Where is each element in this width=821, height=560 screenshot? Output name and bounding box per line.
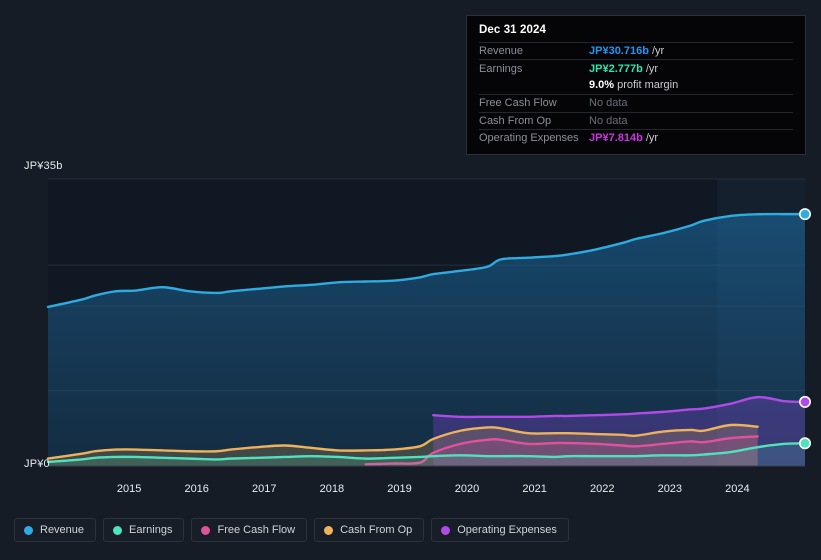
tooltip-row-value: No data	[589, 114, 628, 127]
endpoint-marker-revenue[interactable]	[798, 208, 811, 221]
tooltip-row: Revenue JP¥30.716b/yr	[479, 42, 793, 59]
tooltip-row-value: No data	[589, 97, 628, 110]
legend-item-earnings[interactable]: Earnings	[103, 518, 185, 542]
x-tick-2020: 2020	[454, 483, 480, 495]
tooltip-row-label: Cash From Op	[479, 114, 552, 127]
financial-chart-page: JP¥35b JP¥0 2015 2016 2017 2018 2019 2020 2021…	[0, 0, 821, 560]
legend-item-cash-from-op[interactable]: Cash From Op	[314, 518, 425, 542]
legend-item-label: Earnings	[129, 524, 173, 536]
x-tick-2019: 2019	[387, 483, 412, 495]
tooltip-row-label: Operating Expenses	[479, 132, 579, 145]
legend-color-dot-icon	[201, 525, 211, 535]
legend-color-dot-icon	[441, 525, 451, 535]
tooltip-row-label: Earnings	[479, 62, 523, 75]
x-tick-2016: 2016	[184, 483, 209, 495]
tooltip-row: Earnings JP¥2.777b/yr	[479, 59, 793, 76]
legend-color-dot-icon	[113, 525, 123, 535]
tooltip-rows: Revenue JP¥30.716b/yr Earnings JP¥2.777b/yr…	[479, 42, 793, 146]
chart-legend[interactable]: Revenue Earnings Free Cash Flow Cash From O…	[14, 518, 569, 542]
legend-item-label: Operating Expenses	[457, 524, 557, 536]
tooltip-row: Operating Expenses JP¥7.814b/yr	[479, 128, 793, 146]
legend-color-dot-icon	[24, 525, 33, 535]
x-tick-2017: 2017	[252, 483, 277, 495]
tooltip-row-label: Revenue	[479, 45, 524, 58]
legend-item-label: Cash From Op	[340, 524, 413, 536]
x-tick-2018: 2018	[319, 483, 345, 495]
legend-item-free-cash-flow[interactable]: Free Cash Flow	[191, 518, 308, 542]
tooltip-row-value: JP¥30.716b	[589, 45, 649, 58]
tooltip-row: Cash From Op No data	[479, 111, 793, 129]
tooltip-row-label: Free Cash Flow	[479, 97, 557, 110]
x-tick-2024: 2024	[725, 483, 750, 495]
tooltip-row: Free Cash Flow No data	[479, 94, 793, 111]
tooltip-row-value: 9.0%	[589, 79, 615, 92]
x-tick-2015: 2015	[116, 483, 142, 495]
tooltip-row-suffix: /yr	[651, 45, 665, 58]
endpoint-marker-operating-expenses[interactable]	[798, 395, 811, 408]
y-axis-zero-label: JP¥0	[24, 458, 50, 470]
tooltip-row-suffix: /yr	[645, 62, 659, 75]
endpoint-marker-earnings[interactable]	[798, 437, 811, 450]
legend-item-revenue[interactable]: Revenue	[14, 518, 97, 542]
tooltip-date: Dec 31 2024	[479, 24, 546, 36]
tooltip-row-suffix: profit margin	[617, 79, 679, 92]
x-tick-2021: 2021	[522, 483, 547, 495]
x-tick-2022: 2022	[589, 483, 615, 495]
tooltip-row: 9.0% profit margin	[479, 77, 793, 94]
legend-item-label: Revenue	[40, 524, 85, 536]
legend-item-label: Free Cash Flow	[217, 524, 296, 536]
y-axis-top-label: JP¥35b	[24, 160, 63, 172]
tooltip-row-value: JP¥7.814b	[589, 132, 643, 145]
tooltip-row-value: JP¥2.777b	[589, 62, 643, 75]
chart-tooltip: Dec 31 2024 Revenue JP¥30.716b/yr Earnings…	[466, 15, 806, 155]
legend-item-operating-expenses[interactable]: Operating Expenses	[431, 518, 569, 542]
legend-color-dot-icon	[324, 525, 334, 535]
x-tick-2023: 2023	[657, 483, 683, 495]
tooltip-row-suffix: /yr	[645, 132, 659, 145]
